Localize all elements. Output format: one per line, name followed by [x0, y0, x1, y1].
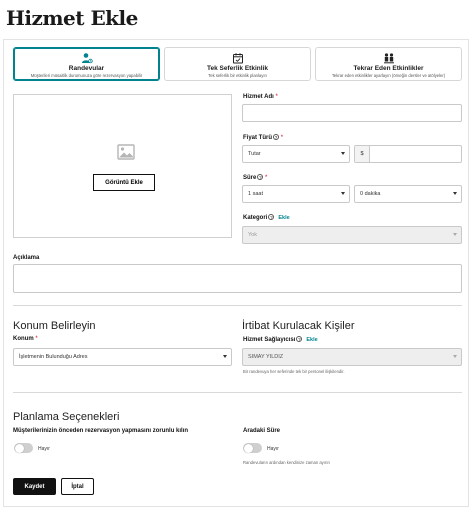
required-mark: * [265, 175, 268, 181]
service-type-subtitle: Tek seferlik bir etkinlik planlayın [208, 73, 267, 78]
service-type-subtitle: Müşterileri müsaitlik durumunuza göre re… [30, 73, 143, 78]
help-icon[interactable]: ? [257, 174, 264, 180]
save-button[interactable]: Kaydet [13, 478, 56, 495]
service-type-title: Tekrar Eden Etkinlikler [353, 65, 424, 72]
help-icon[interactable]: ? [273, 134, 280, 140]
provider-label: Hizmet Sağlayıcısı? Ekle [243, 336, 318, 343]
description-textarea[interactable] [13, 264, 462, 293]
required-mark: * [280, 135, 284, 141]
service-type-one-time-event[interactable]: Tek Seferlik Etkinlik Tek seferlik bir e… [164, 47, 311, 81]
service-type-recurring-events[interactable]: Tekrar Eden Etkinlikler Tekrar eden etki… [315, 47, 462, 81]
provider-select[interactable]: SIMAY YILDIZ [242, 348, 462, 366]
cancel-button[interactable]: İptal [61, 478, 94, 495]
service-type-appointments[interactable]: Randevular Müşterileri müsaitlik durumun… [13, 47, 160, 81]
provider-value: SIMAY YILDIZ [248, 354, 284, 360]
category-label-text: Kategori [243, 215, 268, 221]
add-image-button[interactable]: Görüntü Ekle [93, 174, 155, 191]
provider-hint: Bir randevuya her seferinde tek bir pers… [243, 369, 345, 374]
chevron-down-icon [341, 192, 345, 195]
people-icon [81, 53, 93, 64]
price-type-select[interactable]: Tutar [242, 145, 350, 163]
service-type-title: Tek Seferlik Etkinlik [207, 65, 268, 72]
calendar-check-icon [232, 53, 243, 64]
advance-booking-toggle-label: Hayır [38, 446, 50, 452]
duration-hours-value: 1 saat [248, 191, 263, 197]
description-label: Açıklama [13, 255, 40, 261]
currency-prefix: $ [355, 146, 370, 162]
chevron-down-icon [453, 355, 457, 358]
group-icon [383, 53, 394, 64]
price-type-label: Fiyat Türü? * [243, 134, 283, 141]
image-upload-area[interactable]: Görüntü Ekle [13, 94, 232, 238]
duration-minutes-select[interactable]: 0 dakika [354, 185, 462, 203]
service-name-label: Hizmet Adı * [243, 94, 278, 100]
service-name-label-text: Hizmet Adı [243, 94, 274, 100]
location-section-title: Konum Belirleyin [13, 320, 96, 332]
service-type-subtitle: Tekrar eden etkinlikler ayarlayın (örneğ… [331, 73, 446, 78]
required-mark: * [35, 336, 38, 342]
price-amount-input[interactable]: $ [354, 145, 462, 163]
category-select[interactable]: Yok [242, 226, 462, 244]
duration-minutes-value: 0 dakika [360, 191, 381, 197]
required-mark: * [275, 94, 278, 100]
contact-section-title: İrtibat Kurulacak Kişiler [242, 320, 355, 332]
divider [13, 392, 462, 393]
provider-label-text: Hizmet Sağlayıcısı [243, 337, 296, 343]
service-name-input[interactable] [242, 104, 462, 122]
buffer-hint: Randevuların ardından kendinize zaman ay… [243, 460, 330, 465]
duration-hours-select[interactable]: 1 saat [242, 185, 350, 203]
image-placeholder-icon [117, 144, 135, 160]
advance-booking-label: Müşterilerinizin önceden rezervasyon yap… [13, 428, 189, 434]
toggle-knob [14, 443, 24, 453]
page-title: Hizmet Ekle [6, 6, 138, 30]
duration-label: Süre? * [243, 174, 267, 181]
price-type-label-text: Fiyat Türü [243, 135, 273, 141]
location-select[interactable]: İşletmenin Bulunduğu Adres [13, 348, 232, 366]
add-category-link[interactable]: Ekle [278, 215, 289, 221]
help-icon[interactable]: ? [268, 214, 275, 220]
chevron-down-icon [341, 152, 345, 155]
chevron-down-icon [223, 355, 227, 358]
category-label: Kategori? Ekle [243, 214, 290, 221]
divider [13, 305, 462, 306]
duration-label-text: Süre [243, 175, 257, 181]
advance-booking-toggle[interactable] [14, 443, 33, 453]
location-label: Konum * [13, 336, 38, 342]
location-value: İşletmenin Bulunduğu Adres [19, 354, 88, 360]
add-provider-link[interactable]: Ekle [306, 337, 317, 343]
help-icon[interactable]: ? [296, 336, 303, 342]
chevron-down-icon [453, 192, 457, 195]
location-label-text: Konum [13, 336, 34, 342]
buffer-toggle-label: Hayır [267, 446, 279, 452]
buffer-label: Aradaki Süre [243, 428, 281, 434]
chevron-down-icon [453, 233, 457, 236]
category-value: Yok [248, 232, 257, 238]
toggle-knob [243, 443, 253, 453]
buffer-toggle[interactable] [243, 443, 262, 453]
service-type-title: Randevular [68, 65, 105, 72]
price-type-value: Tutar [248, 151, 261, 157]
scheduling-section-title: Planlama Seçenekleri [13, 411, 120, 423]
